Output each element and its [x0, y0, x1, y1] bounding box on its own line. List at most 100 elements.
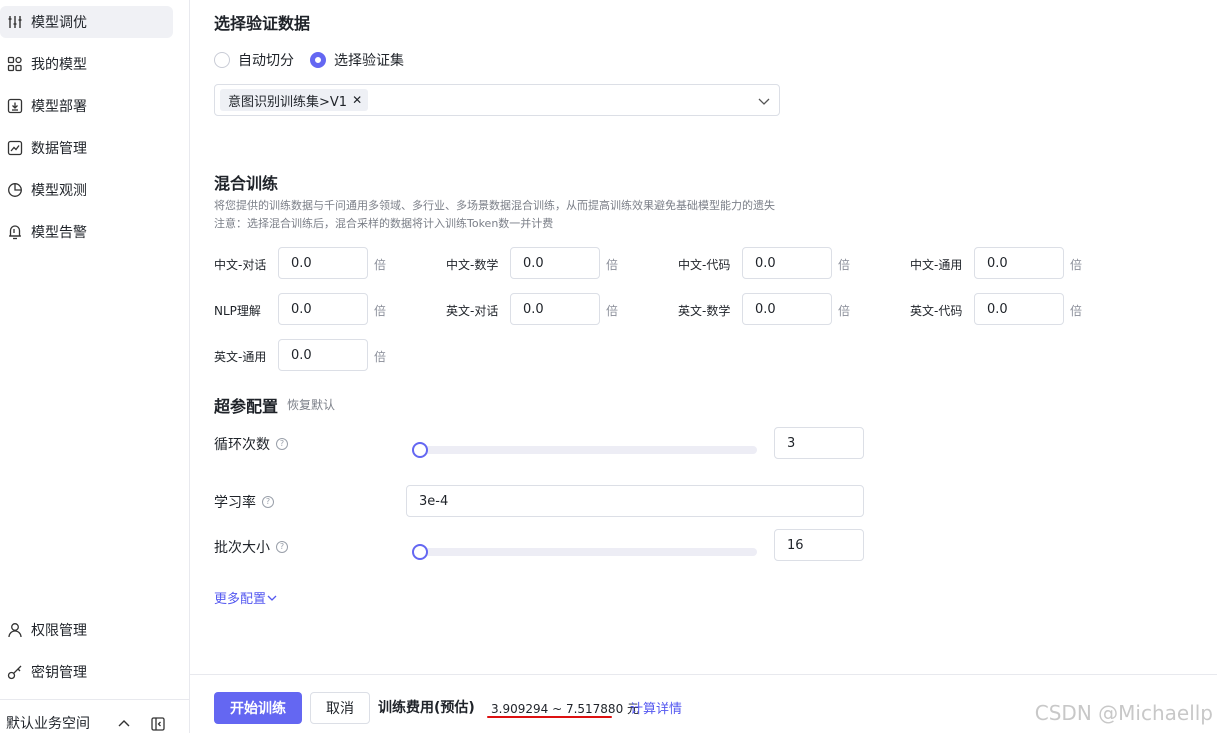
mix-label: NLP理解 [214, 304, 261, 318]
mix-label: 中文-数学 [446, 258, 499, 272]
epochs-label-text: 循环次数 [214, 437, 270, 453]
hyper-title: 超参配置 [214, 397, 279, 416]
radio-select-validation[interactable] [310, 52, 326, 68]
sliders-icon [7, 14, 23, 30]
mix-unit: 倍 [374, 350, 387, 364]
epochs-label: 循环次数 ? [214, 434, 288, 454]
sidebar-item-permissions[interactable]: 权限管理 [0, 614, 173, 646]
learning-rate-input[interactable]: 3e-4 [406, 485, 864, 517]
epochs-input[interactable]: 3 [774, 427, 864, 459]
sidebar-item-label: 我的模型 [31, 57, 87, 73]
radio-auto-split[interactable] [214, 52, 230, 68]
close-icon[interactable]: ✕ [352, 93, 362, 107]
mix-input-zh-general[interactable]: 0.0 [974, 247, 1064, 279]
mix-unit: 倍 [838, 258, 851, 272]
bell-icon [7, 224, 23, 240]
reset-defaults-link[interactable]: 恢复默认 [287, 396, 335, 413]
mix-input-en-dialog[interactable]: 0.0 [510, 293, 600, 325]
start-training-button[interactable]: 开始训练 [214, 692, 302, 724]
learning-rate-label-text: 学习率 [214, 495, 256, 511]
epochs-slider[interactable] [412, 442, 757, 458]
mix-note: 注意：选择混合训练后，混合采样的数据将计入训练Token数一并计费 [214, 217, 554, 230]
sidebar: 模型调优 我的模型 模型部署 数据管理 模型观测 模型告警 权限管理 密钥管理 … [0, 0, 190, 733]
sidebar-item-label: 数据管理 [31, 141, 87, 157]
grid-icon [7, 56, 23, 72]
batch-size-input[interactable]: 16 [774, 529, 864, 561]
mix-label: 英文-代码 [910, 304, 963, 318]
mix-input-en-math[interactable]: 0.0 [742, 293, 832, 325]
mix-unit: 倍 [1070, 304, 1083, 318]
workspace-switcher[interactable]: 默认业务空间 [6, 708, 90, 733]
mix-input-en-code[interactable]: 0.0 [974, 293, 1064, 325]
mix-label: 中文-对话 [214, 258, 267, 272]
sidebar-divider [0, 699, 190, 700]
mix-input-zh-math[interactable]: 0.0 [510, 247, 600, 279]
chart-line-icon [7, 140, 23, 156]
mix-unit: 倍 [374, 258, 387, 272]
sidebar-item-observe[interactable]: 模型观测 [0, 174, 173, 206]
chevron-down-icon[interactable] [757, 93, 771, 107]
radio-label-auto-split[interactable]: 自动切分 [238, 50, 294, 70]
mix-label: 英文-通用 [214, 350, 267, 364]
cost-detail-link[interactable]: 计算详情 [630, 698, 682, 717]
mix-unit: 倍 [606, 258, 619, 272]
validation-set-select[interactable]: 意图识别训练集>V1 ✕ [214, 84, 780, 116]
mix-input-en-general[interactable]: 0.0 [278, 339, 368, 371]
sidebar-item-alerts[interactable]: 模型告警 [0, 216, 173, 248]
mix-input-nlp[interactable]: 0.0 [278, 293, 368, 325]
mix-label: 中文-代码 [678, 258, 731, 272]
workspace-name: 默认业务空间 [6, 716, 90, 732]
cost-label: 训练费用(预估) [378, 700, 475, 716]
sidebar-item-deploy[interactable]: 模型部署 [0, 90, 173, 122]
validation-title: 选择验证数据 [214, 14, 311, 33]
radio-label-select-validation[interactable]: 选择验证集 [334, 50, 404, 70]
deploy-icon [7, 98, 23, 114]
cost-value: 3.909294 ~ 7.517880 元 [491, 702, 640, 716]
mix-label: 英文-数学 [678, 304, 731, 318]
sidebar-item-my-models[interactable]: 我的模型 [0, 48, 173, 80]
sidebar-item-label: 模型观测 [31, 183, 87, 199]
more-config-link[interactable]: 更多配置 [214, 588, 278, 607]
sidebar-item-label: 模型告警 [31, 225, 87, 241]
sidebar-item-model-tuning[interactable]: 模型调优 [0, 6, 173, 38]
collapse-sidebar-icon[interactable] [150, 716, 166, 732]
learning-rate-label: 学习率 ? [214, 492, 274, 512]
batch-size-label: 批次大小 ? [214, 537, 288, 557]
key-icon [7, 664, 23, 680]
sidebar-item-keys[interactable]: 密钥管理 [0, 656, 173, 688]
more-config-label: 更多配置 [214, 592, 267, 607]
user-icon [7, 622, 23, 638]
mix-label: 中文-通用 [910, 258, 963, 272]
sidebar-item-data[interactable]: 数据管理 [0, 132, 173, 164]
pie-icon [7, 182, 23, 198]
cancel-button[interactable]: 取消 [310, 692, 370, 724]
mix-input-zh-code[interactable]: 0.0 [742, 247, 832, 279]
help-icon[interactable]: ? [276, 541, 288, 553]
epochs-slider-handle[interactable] [412, 442, 428, 458]
selected-tag: 意图识别训练集>V1 ✕ [220, 89, 369, 111]
mix-unit: 倍 [606, 304, 619, 318]
sidebar-item-label: 密钥管理 [31, 665, 87, 681]
batch-size-slider[interactable] [412, 544, 757, 560]
mix-unit: 倍 [838, 304, 851, 318]
watermark: CSDN @Michaellp [1034, 701, 1213, 725]
chevron-up-icon[interactable] [116, 716, 132, 732]
mix-label: 英文-对话 [446, 304, 499, 318]
sidebar-item-label: 模型调优 [31, 15, 87, 31]
help-icon[interactable]: ? [262, 496, 274, 508]
sidebar-item-label: 权限管理 [31, 623, 87, 639]
batch-size-label-text: 批次大小 [214, 540, 270, 556]
cost-highlight-underline [487, 716, 612, 718]
mix-title: 混合训练 [214, 174, 279, 193]
mix-unit: 倍 [374, 304, 387, 318]
help-icon[interactable]: ? [276, 438, 288, 450]
batch-size-slider-handle[interactable] [412, 544, 428, 560]
sidebar-item-label: 模型部署 [31, 99, 87, 115]
mix-description: 将您提供的训练数据与千问通用多领域、多行业、多场景数据混合训练，从而提高训练效果… [214, 199, 775, 212]
validation-options: 自动切分 选择验证集 [214, 50, 420, 70]
mix-unit: 倍 [1070, 258, 1083, 272]
mix-input-zh-dialog[interactable]: 0.0 [278, 247, 368, 279]
main-content: 选择验证数据 自动切分 选择验证集 意图识别训练集>V1 ✕ 混合训练 将您提供… [190, 0, 1217, 733]
selected-tag-label: 意图识别训练集>V1 [228, 94, 348, 110]
chevron-down-icon [267, 595, 277, 601]
